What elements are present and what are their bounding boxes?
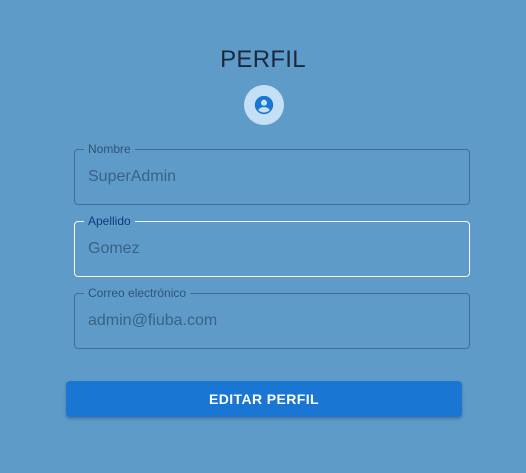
- edit-profile-button[interactable]: EDITAR PERFIL: [66, 381, 462, 417]
- apellido-field[interactable]: Apellido: [74, 214, 470, 277]
- correo-field[interactable]: Correo electrónico: [74, 286, 470, 349]
- account-circle-icon: [254, 95, 274, 115]
- nombre-input[interactable]: [88, 150, 458, 204]
- nombre-field[interactable]: Nombre: [74, 142, 470, 205]
- page-title: PERFIL: [220, 46, 306, 73]
- avatar: [244, 85, 284, 125]
- apellido-input[interactable]: [88, 222, 458, 276]
- correo-input[interactable]: [88, 294, 458, 348]
